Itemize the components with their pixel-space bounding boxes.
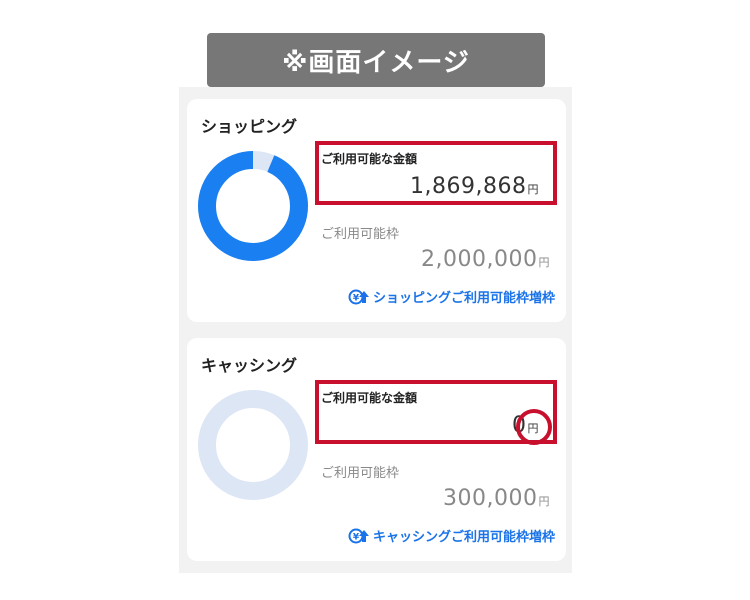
shopping-limit-increase-label: ショッピングご利用可能枠増枠 xyxy=(372,291,555,306)
cashing-title: キャッシング xyxy=(201,356,298,375)
cashing-card: キャッシング ご利用可能な金額 0円 ご利用可能枠 300,000円 ¥ キャッ… xyxy=(187,338,566,561)
shopping-donut-chart xyxy=(198,151,308,261)
shopping-limit-increase-link[interactable]: ¥ ショッピングご利用可能枠増枠 xyxy=(348,287,555,306)
credit-card-up-arrow-icon: ¥ xyxy=(348,528,369,543)
shopping-title: ショッピング xyxy=(201,117,298,136)
banner-text: ※画面イメージ xyxy=(282,47,470,78)
available-amount-label: ご利用可能な金額 xyxy=(321,391,418,405)
available-amount-number: 1,869,868 xyxy=(410,174,527,199)
available-amount-label: ご利用可能な金額 xyxy=(321,152,418,166)
limit-label: ご利用可能枠 xyxy=(321,227,400,242)
cashing-donut-chart xyxy=(198,390,308,500)
svg-text:¥: ¥ xyxy=(353,293,360,303)
limit-value: 2,000,000円 xyxy=(421,247,550,272)
donut-track xyxy=(198,390,308,500)
screen-image-banner: ※画面イメージ xyxy=(207,33,545,87)
svg-text:¥: ¥ xyxy=(353,532,360,542)
limit-number: 2,000,000 xyxy=(421,247,538,272)
credit-card-up-arrow-icon: ¥ xyxy=(348,289,369,304)
currency-unit: 円 xyxy=(538,256,550,269)
limit-value: 300,000円 xyxy=(443,486,550,511)
currency-unit: 円 xyxy=(538,495,550,508)
limit-number: 300,000 xyxy=(443,486,538,511)
shopping-card: ショッピング ご利用可能な金額 1,869,868円 ご利用可能枠 2,000,… xyxy=(187,99,566,322)
cashing-limit-increase-link[interactable]: ¥ キャッシングご利用可能枠増枠 xyxy=(348,526,555,545)
limit-label: ご利用可能枠 xyxy=(321,466,400,481)
zero-amount-highlight-circle xyxy=(516,409,552,445)
currency-unit: 円 xyxy=(527,183,539,196)
cashing-limit-increase-label: キャッシングご利用可能枠増枠 xyxy=(372,530,555,545)
donut-available-arc xyxy=(198,151,308,261)
available-amount-value: 1,869,868円 xyxy=(410,174,539,199)
